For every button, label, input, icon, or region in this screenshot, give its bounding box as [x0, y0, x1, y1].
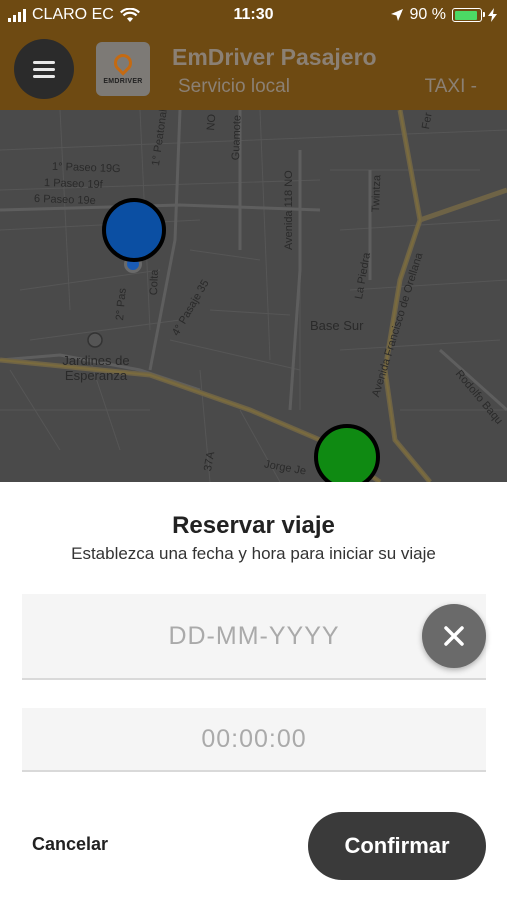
map-label: Jardines de Esperanza — [62, 353, 130, 383]
battery-fill — [454, 10, 477, 20]
park-marker-icon — [87, 332, 103, 348]
logo-text: EMDRIVER — [103, 77, 143, 85]
hamburger-menu-icon — [33, 57, 55, 82]
sheet-subtitle: Establezca una fecha y hora para iniciar… — [71, 544, 436, 563]
confirm-button[interactable]: Confirmar — [308, 812, 486, 880]
map-label: 1 Paseo 19f — [43, 176, 103, 192]
app-logo: EMDRIVER — [96, 42, 150, 96]
map-label: Guamote — [230, 114, 244, 161]
location-arrow-icon — [390, 9, 403, 21]
date-input[interactable]: DD-MM-YYYY — [22, 594, 486, 680]
app-subtitle: Servicio local — [178, 76, 290, 97]
destination-marker[interactable] — [314, 424, 380, 490]
logo-pin-icon — [110, 49, 136, 76]
close-icon — [444, 626, 464, 646]
menu-button[interactable] — [14, 39, 74, 99]
map-view[interactable]: 1° Paseo 19G 1 Paseo 19f 6 Paseo 19e 1° … — [0, 110, 507, 482]
reservation-sheet: Reservar viaje Establezca una fecha y ho… — [0, 482, 507, 900]
map-label: Avenida 118 NO — [283, 170, 295, 250]
map-label: 1° Paseo 19G — [51, 160, 121, 176]
battery-percent: 90 % — [409, 6, 446, 23]
map-label: NO — [205, 113, 219, 132]
map-label: Base Sur — [310, 318, 364, 333]
sheet-title: Reservar viaje — [172, 512, 335, 539]
app-header: EMDRIVER EmDriver Pasajero Servicio loca… — [0, 32, 507, 110]
origin-marker[interactable] — [102, 198, 166, 262]
status-right: 90 % — [390, 6, 497, 24]
map-label: 6 Paseo 19e — [33, 192, 96, 208]
service-type: TAXI - — [424, 76, 477, 97]
app-title: EmDriver Pasajero — [172, 44, 377, 70]
battery-icon — [452, 8, 485, 22]
charging-icon — [488, 8, 497, 22]
map-label: Colta — [148, 269, 161, 296]
time-input[interactable]: 00:00:00 — [22, 708, 486, 772]
clear-date-button[interactable] — [422, 604, 486, 668]
status-bar: CLARO EC 11:30 90 % — [0, 0, 507, 32]
cancel-button[interactable]: Cancelar — [32, 834, 108, 855]
map-label: Twintza — [370, 174, 384, 213]
